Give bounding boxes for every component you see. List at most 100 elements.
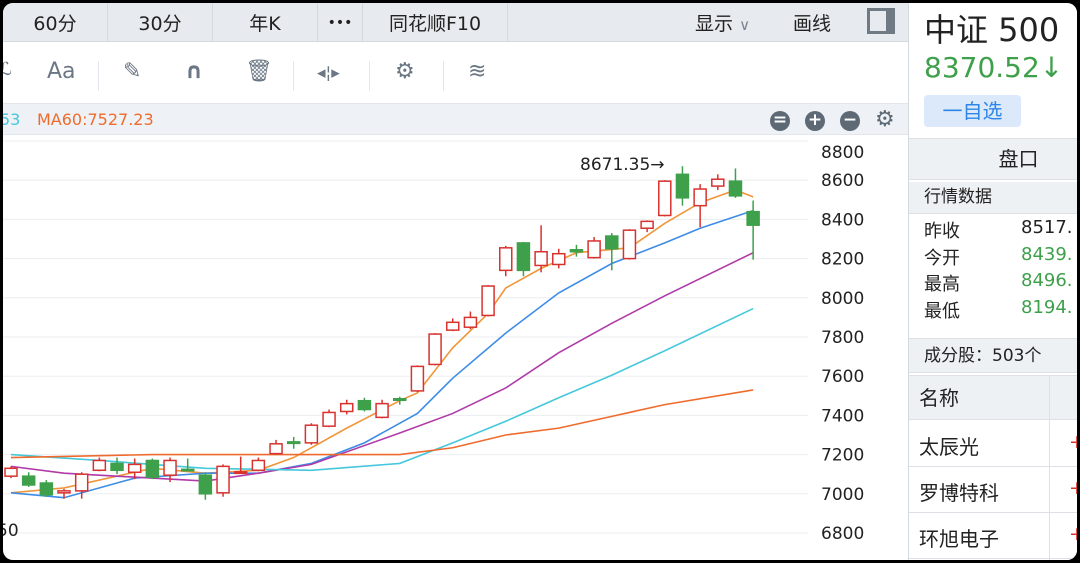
candle (516, 241, 531, 277)
candle-body (39, 482, 54, 496)
candle-body (481, 285, 495, 317)
candle (499, 245, 513, 277)
candle-body (304, 424, 319, 444)
ma5-line (10, 189, 754, 494)
index-price: 8370.52↓ (924, 51, 1064, 84)
candle-body (587, 240, 601, 259)
candle (180, 458, 195, 472)
candle (446, 318, 460, 332)
y-tick-label: 7400 (821, 406, 864, 426)
candle (269, 439, 283, 455)
quote-value: 8496. (1021, 270, 1073, 291)
candle-body (339, 402, 354, 413)
candle-body (57, 490, 71, 494)
stock-change: + (1069, 477, 1077, 499)
stock-row[interactable]: 太辰光 + (909, 421, 1077, 467)
candle-body (446, 321, 460, 331)
y-tick-label: 8400 (821, 210, 864, 230)
candle-body (728, 180, 743, 197)
candle (675, 166, 690, 206)
candle (251, 457, 266, 472)
quote-header: 行情数据 (909, 182, 1077, 214)
candle (463, 311, 478, 330)
candle-body (286, 441, 301, 445)
candle (658, 180, 672, 217)
quote-label: 最高 (924, 274, 960, 295)
candle-body (552, 252, 566, 266)
candle-body (127, 463, 142, 473)
candle-body (693, 188, 707, 207)
candle-body (605, 235, 619, 250)
candle (127, 458, 142, 480)
index-title: 中证 500 (924, 11, 1060, 49)
constituents-count: 成分股：503个 (909, 338, 1077, 373)
quote-label: 今开 (924, 247, 960, 269)
candle-body (21, 475, 36, 486)
y-tick-label: 8800 (821, 143, 864, 163)
candle (605, 233, 619, 271)
stock-row[interactable]: 罗博特科 + (909, 467, 1077, 513)
candle-body (516, 242, 531, 272)
candle-body (233, 471, 248, 475)
candle-body (534, 250, 548, 267)
candle (728, 168, 743, 198)
candle-body (622, 229, 637, 260)
quote-value: 8194. (1021, 296, 1073, 318)
candle-body (410, 365, 425, 392)
quote-label: 最低 (924, 300, 960, 322)
candle-body (569, 249, 584, 253)
candle-body (4, 467, 18, 477)
candle (552, 248, 566, 269)
candle-body (269, 443, 283, 455)
candle (39, 480, 54, 497)
candle-body (216, 465, 230, 494)
candle (216, 464, 230, 497)
ma30-line (10, 307, 754, 472)
candle-body (251, 459, 266, 472)
candle (21, 472, 36, 487)
add-watchlist-button[interactable]: 一自选 (924, 95, 1021, 127)
y-tick-label: 8000 (821, 289, 864, 309)
candle (481, 285, 495, 317)
candle (622, 229, 637, 260)
candle (693, 184, 707, 228)
candle-body (145, 459, 160, 478)
candle (145, 458, 160, 480)
quote-value: 8517. (1021, 217, 1073, 238)
stock-row[interactable]: 环旭电子 + (909, 513, 1077, 559)
candle-body (110, 462, 124, 472)
quote-panel: 中证 500 8370.52↓ 一自选 盘口 行情数据 昨收 8517. 今开 843… (908, 3, 1077, 560)
candle-body (357, 399, 372, 411)
candle-body (375, 402, 389, 419)
candle (304, 423, 319, 445)
stock-name: 太辰光 (919, 435, 979, 459)
high-annotation: 8671.35→ (580, 155, 665, 175)
stock-change: + (1069, 431, 1077, 453)
candle (339, 399, 354, 415)
candle-body (92, 459, 107, 472)
candle-body (392, 397, 407, 401)
y-tick-label: 7200 (821, 446, 864, 466)
quote-value: 8439. (1021, 243, 1073, 265)
x-axis-label: 50 (3, 521, 19, 541)
candle-body (198, 474, 213, 495)
candle (375, 399, 389, 419)
candle (322, 409, 336, 428)
y-tick-label: 7000 (821, 485, 864, 505)
candle (587, 237, 601, 259)
name-column-header[interactable]: 名称 (909, 375, 1077, 420)
candle (357, 397, 372, 412)
candle (746, 200, 760, 260)
candle (534, 225, 548, 273)
y-tick-label: 8200 (821, 250, 864, 270)
candle-body (499, 247, 513, 272)
candle (640, 220, 654, 233)
candle (428, 333, 442, 366)
candle-body (746, 210, 760, 226)
candle (711, 174, 725, 190)
candle (198, 472, 213, 500)
candle-body (180, 468, 195, 472)
candle-body (163, 459, 177, 476)
y-tick-label: 8600 (821, 171, 864, 191)
candlestick-chart[interactable]: 6800 7000 7200 7400 7600 7800 8000 8200 8400 8600… (3, 3, 908, 560)
